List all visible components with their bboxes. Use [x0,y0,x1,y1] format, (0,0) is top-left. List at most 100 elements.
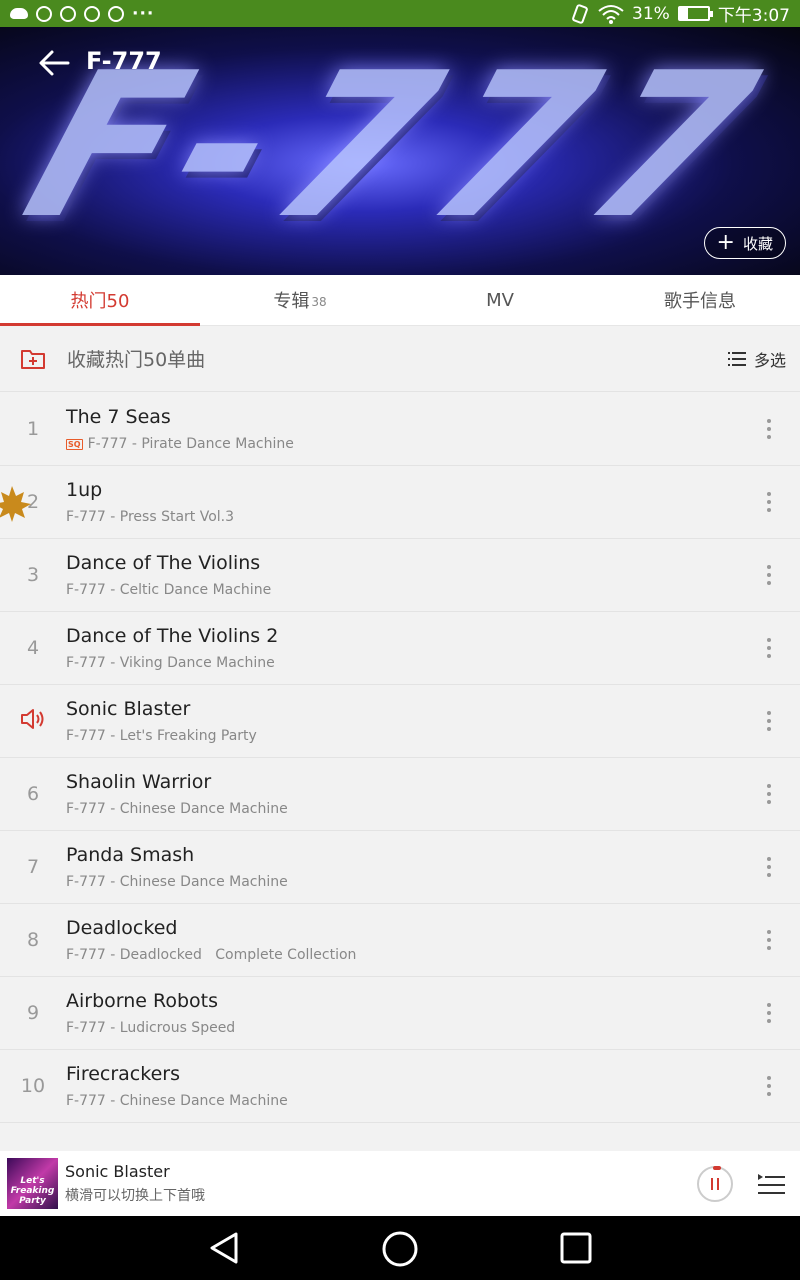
song-subtitle-row: F-777 - Chinese Dance Machine [66,874,738,890]
song-title: Firecrackers [66,1063,180,1085]
song-title: 1up [66,479,103,501]
song-row[interactable]: 2 1up F-777 - Press Start Vol.3 [0,466,800,539]
song-info: Shaolin Warrior F-777 - Chinese Dance Mac… [66,771,738,817]
more-options-icon[interactable] [738,419,800,439]
battery-percent: 31% [632,3,670,24]
now-playing-speaker-icon [0,708,66,735]
tab-hot50[interactable]: 热门50 [0,275,200,326]
system-nav-bar [0,1216,800,1280]
album-cover[interactable]: Let's Freaking Party [7,1158,58,1209]
song-title: Shaolin Warrior [66,771,212,793]
song-info: Dance of The Violins 2 F-777 - Viking Dan… [66,625,738,671]
song-artist-album: F-777 - Deadlocked Complete Collection [66,947,357,963]
song-index: 3 [26,564,40,586]
plus-icon: + [716,230,735,255]
app-notification-icon [84,5,100,22]
more-options-icon[interactable] [738,857,800,877]
song-info: Firecrackers F-777 - Chinese Dance Machin… [66,1063,738,1109]
page-title: F-777 [86,47,162,75]
song-artist-album: F-777 - Chinese Dance Machine [66,874,288,890]
tab-label: 热门50 [70,291,130,312]
song-index: 1 [26,418,40,440]
song-index: 10 [20,1075,46,1097]
back-nav-icon[interactable] [206,1230,242,1266]
home-nav-icon[interactable] [381,1230,419,1268]
mini-player[interactable]: Let's Freaking Party Sonic Blaster 横滑可以切… [0,1151,800,1216]
album-count: 38 [311,295,327,309]
song-title: Deadlocked [66,917,178,939]
song-index: 9 [26,1002,40,1024]
song-index: 6 [26,783,40,805]
song-row[interactable]: 6 Shaolin Warrior F-777 - Chinese Dance Ma… [0,758,800,831]
more-options-icon[interactable] [738,1003,800,1023]
more-options-icon[interactable] [738,1076,800,1096]
song-row[interactable]: 10 Firecrackers F-777 - Chinese Dance Mach… [0,1050,800,1123]
song-artist-album: F-777 - Chinese Dance Machine [66,801,288,817]
favorite-button[interactable]: + 收藏 [703,227,786,259]
sq-quality-badge: SQ [66,438,83,450]
song-artist-album: F-777 - Let's Freaking Party [66,728,257,744]
song-artist-album: F-777 - Ludicrous Speed [66,1020,236,1036]
swipe-hint: 横滑可以切换上下首哦 [65,1188,205,1204]
song-subtitle-row: F-777 - Deadlocked Complete Collection [66,947,738,963]
now-playing-title: Sonic Blaster [65,1162,170,1181]
more-options-icon[interactable] [738,492,800,512]
song-artist-album: F-777 - Pirate Dance Machine [87,436,294,452]
song-info: Airborne Robots F-777 - Ludicrous Speed [66,990,738,1036]
song-subtitle-row: F-777 - Celtic Dance Machine [66,582,738,598]
song-info: Sonic Blaster F-777 - Let's Freaking Part… [66,698,738,744]
cover-art-text: Let's Freaking Party [10,1176,55,1206]
song-row[interactable]: 4 Dance of The Violins 2 F-777 - Viking Da… [0,612,800,685]
song-subtitle-row: F-777 - Chinese Dance Machine [66,1093,738,1109]
back-arrow-icon[interactable] [38,49,72,77]
collect-all-label: 收藏热门50单曲 [67,349,206,371]
app-notification-icon-2 [108,5,124,22]
more-options-icon[interactable] [738,565,800,585]
song-row[interactable]: 7 Panda Smash F-777 - Chinese Dance Machin… [0,831,800,904]
recents-nav-icon[interactable] [559,1231,593,1265]
artist-logo-art: F-777 [2,30,796,263]
shield-icon [36,5,52,22]
song-index: 4 [26,637,40,659]
song-info: 1up F-777 - Press Start Vol.3 [66,479,738,525]
song-row[interactable]: 8 Deadlocked F-777 - Deadlocked Complete C… [0,904,800,977]
alarm-icon [60,5,76,22]
multi-select-button[interactable]: 多选 [727,347,786,371]
pause-button[interactable] [697,1165,733,1202]
more-options-icon[interactable] [738,930,800,950]
folder-add-icon [21,349,45,369]
playlist-queue-icon[interactable] [757,1172,785,1196]
song-title: Dance of The Violins [66,552,261,574]
more-options-icon[interactable] [738,711,800,731]
song-title: Airborne Robots [66,990,219,1012]
status-bar: ··· 31% 下午3:07 [0,0,800,27]
song-row[interactable]: 1 The 7 Seas SQ F-777 - Pirate Dance Machin… [0,393,800,466]
collect-all-bar[interactable]: 收藏热门50单曲 多选 [0,326,800,392]
tab-artist-info[interactable]: 歌手信息 [600,275,800,325]
song-title: Dance of The Violins 2 [66,625,279,647]
clock: 下午3:07 [717,6,790,26]
song-info: The 7 Seas SQ F-777 - Pirate Dance Machine [66,406,738,452]
song-title: The 7 Seas [66,406,171,428]
song-info: Deadlocked F-777 - Deadlocked Complete Co… [66,917,738,963]
song-title: Panda Smash [66,844,195,866]
more-options-icon[interactable] [738,638,800,658]
song-info: Dance of The Violins F-777 - Celtic Dance… [66,552,738,598]
tab-bar: 热门50 专辑 38 MV 歌手信息 [0,275,800,326]
song-artist-album: F-777 - Viking Dance Machine [66,655,275,671]
tab-mv[interactable]: MV [400,275,600,325]
more-options-icon[interactable] [738,784,800,804]
tab-label: 专辑 [273,291,310,312]
more-notifications-icon: ··· [132,3,155,24]
song-subtitle-row: SQ F-777 - Pirate Dance Machine [66,436,738,452]
tab-albums[interactable]: 专辑 38 [200,275,400,325]
song-row[interactable]: 3 Dance of The Violins F-777 - Celtic Danc… [0,539,800,612]
song-row[interactable]: Sonic Blaster F-777 - Let's Freaking Part… [0,685,800,758]
song-row[interactable]: 9 Airborne Robots F-777 - Ludicrous Speed [0,977,800,1050]
song-subtitle-row: F-777 - Press Start Vol.3 [66,509,738,525]
song-subtitle-row: F-777 - Chinese Dance Machine [66,801,738,817]
song-artist-album: F-777 - Celtic Dance Machine [66,582,272,598]
multi-select-label: 多选 [753,350,786,370]
wifi-icon [598,4,624,24]
song-artist-album: F-777 - Chinese Dance Machine [66,1093,288,1109]
